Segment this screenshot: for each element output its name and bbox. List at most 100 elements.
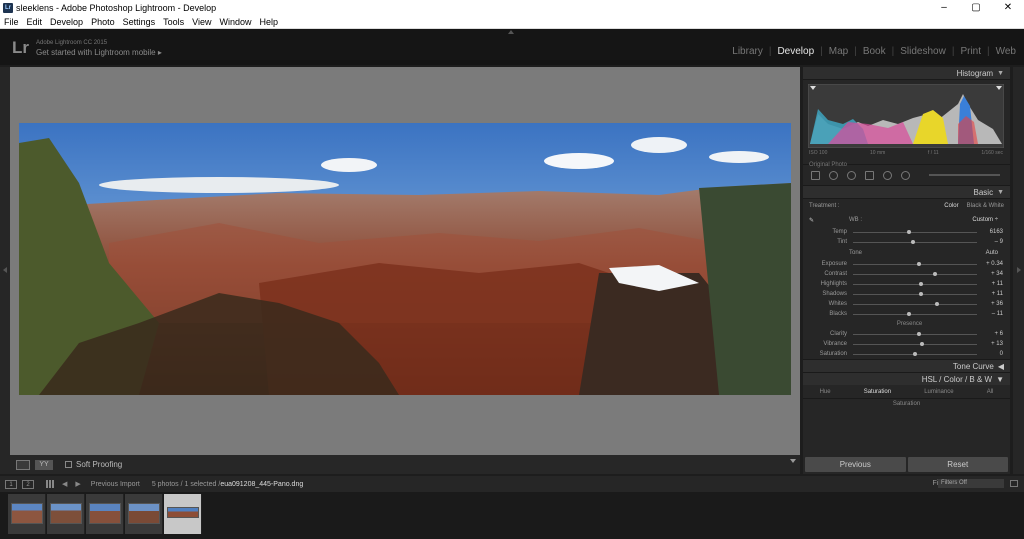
slider-thumb[interactable] bbox=[913, 351, 917, 356]
tool-slider[interactable] bbox=[929, 174, 1000, 176]
slider-thumb[interactable] bbox=[920, 341, 925, 346]
slider-track[interactable] bbox=[853, 229, 977, 234]
slider-value[interactable]: + 11 bbox=[977, 291, 1003, 297]
loupe-view-button[interactable] bbox=[16, 459, 30, 470]
slider-track[interactable] bbox=[853, 281, 977, 286]
menu-view[interactable]: View bbox=[192, 17, 211, 27]
primary-window-button[interactable]: 1 bbox=[5, 479, 17, 489]
reset-button[interactable]: Reset bbox=[907, 457, 1008, 472]
eyedropper-icon[interactable]: ✎ bbox=[809, 217, 819, 224]
filter-select[interactable]: Filters Off bbox=[938, 479, 1004, 488]
source-label[interactable]: Previous Import bbox=[91, 481, 140, 488]
slider-value[interactable]: – 11 bbox=[977, 311, 1003, 317]
toolbar-options-dropdown-icon[interactable] bbox=[790, 459, 796, 463]
slider-value[interactable]: + 13 bbox=[977, 341, 1003, 347]
image-canvas[interactable] bbox=[10, 67, 800, 455]
wb-select[interactable]: Custom ÷ bbox=[972, 217, 998, 223]
menu-tools[interactable]: Tools bbox=[163, 17, 184, 27]
slider-thumb[interactable] bbox=[932, 271, 937, 276]
module-print[interactable]: Print bbox=[960, 46, 981, 57]
hsl-header[interactable]: HSL / Color / B & W ▼ bbox=[803, 372, 1010, 385]
module-book[interactable]: Book bbox=[863, 46, 886, 57]
slider-thumb[interactable] bbox=[910, 239, 915, 244]
module-slideshow[interactable]: Slideshow bbox=[900, 46, 946, 57]
filter-lock-icon[interactable] bbox=[1010, 480, 1018, 487]
slider-value[interactable]: + 34 bbox=[977, 271, 1003, 277]
menu-develop[interactable]: Develop bbox=[50, 17, 83, 27]
adjustment-brush-icon[interactable] bbox=[901, 170, 910, 180]
top-panel-toggle-icon[interactable] bbox=[508, 30, 514, 34]
slider-track[interactable] bbox=[853, 341, 977, 346]
before-after-button[interactable]: YY bbox=[35, 459, 53, 470]
treatment-color[interactable]: Color bbox=[944, 203, 958, 209]
panorama-photo[interactable] bbox=[19, 123, 791, 395]
slider-track[interactable] bbox=[853, 331, 977, 336]
filmstrip-thumb[interactable] bbox=[47, 494, 85, 534]
filmstrip-thumb[interactable] bbox=[8, 494, 46, 534]
slider-value[interactable]: – 9 bbox=[977, 239, 1003, 245]
slider-track[interactable] bbox=[853, 261, 977, 266]
histogram[interactable]: ISO 100 10 mm f / 11 1/160 sec Original … bbox=[803, 80, 1010, 168]
slider-thumb[interactable] bbox=[916, 261, 921, 266]
selected-filename[interactable]: eua091208_445-Pano.dng bbox=[220, 481, 303, 488]
graduated-filter-icon[interactable] bbox=[865, 170, 874, 180]
tone-auto-button[interactable]: Auto bbox=[986, 250, 998, 256]
slider-value[interactable]: + 6 bbox=[977, 331, 1003, 337]
menu-help[interactable]: Help bbox=[260, 17, 279, 27]
slider-value[interactable]: + 0.34 bbox=[977, 261, 1003, 267]
back-arrow-icon[interactable]: ◀ bbox=[62, 480, 67, 488]
maximize-button[interactable]: ▢ bbox=[960, 0, 992, 15]
secondary-window-button[interactable]: 2 bbox=[22, 479, 34, 489]
filmstrip-thumb[interactable] bbox=[125, 494, 163, 534]
module-web[interactable]: Web bbox=[996, 46, 1016, 57]
menu-file[interactable]: File bbox=[4, 17, 19, 27]
radial-filter-icon[interactable] bbox=[883, 170, 892, 180]
slider-thumb[interactable] bbox=[935, 301, 940, 306]
slider-value[interactable]: 0 bbox=[977, 351, 1003, 357]
slider-thumb[interactable] bbox=[916, 331, 921, 336]
slider-track[interactable] bbox=[853, 271, 977, 276]
tab-luminance[interactable]: Luminance bbox=[924, 389, 953, 395]
forward-arrow-icon[interactable]: ▶ bbox=[75, 480, 80, 488]
tab-saturation[interactable]: Saturation bbox=[864, 389, 891, 395]
minimize-button[interactable]: – bbox=[928, 0, 960, 15]
menu-window[interactable]: Window bbox=[220, 17, 252, 27]
slider-track[interactable] bbox=[853, 301, 977, 306]
slider-value[interactable]: + 36 bbox=[977, 301, 1003, 307]
slider-value[interactable]: 6163 bbox=[977, 229, 1003, 235]
module-map[interactable]: Map bbox=[829, 46, 848, 57]
right-scrollbar[interactable] bbox=[1013, 67, 1024, 474]
red-eye-icon[interactable] bbox=[847, 170, 856, 180]
menu-photo[interactable]: Photo bbox=[91, 17, 115, 27]
module-develop[interactable]: Develop bbox=[777, 46, 814, 57]
tab-hue[interactable]: Hue bbox=[820, 389, 831, 395]
slider-track[interactable] bbox=[853, 291, 977, 296]
menu-edit[interactable]: Edit bbox=[27, 17, 43, 27]
filmstrip-thumb-selected[interactable] bbox=[164, 494, 202, 534]
tone-curve-header[interactable]: Tone Curve ◀ bbox=[803, 359, 1010, 372]
filmstrip-thumb[interactable] bbox=[86, 494, 124, 534]
slider-track[interactable] bbox=[853, 351, 977, 356]
soft-proofing-checkbox[interactable] bbox=[65, 461, 72, 468]
slider-value[interactable]: + 11 bbox=[977, 281, 1003, 287]
basic-header[interactable]: Basic ▼ bbox=[803, 186, 1010, 199]
left-panel-toggle[interactable] bbox=[0, 67, 10, 474]
previous-button[interactable]: Previous bbox=[805, 457, 906, 472]
module-library[interactable]: Library bbox=[732, 46, 763, 57]
spot-removal-icon[interactable] bbox=[829, 170, 838, 180]
grid-view-icon[interactable] bbox=[46, 480, 54, 488]
crop-tool-icon[interactable] bbox=[811, 170, 820, 180]
slider-thumb[interactable] bbox=[919, 281, 924, 286]
tab-all[interactable]: All bbox=[987, 389, 994, 395]
slider-track[interactable] bbox=[853, 239, 977, 244]
treatment-bw[interactable]: Black & White bbox=[967, 203, 1004, 209]
slider-row-blacks: Blacks – 11 bbox=[809, 309, 1010, 319]
slider-thumb[interactable] bbox=[919, 291, 924, 296]
close-button[interactable]: ✕ bbox=[992, 0, 1024, 15]
slider-thumb[interactable] bbox=[906, 311, 911, 316]
mobile-link[interactable]: Get started with Lightroom mobile ▸ bbox=[36, 48, 162, 57]
menu-settings[interactable]: Settings bbox=[123, 17, 156, 27]
slider-track[interactable] bbox=[853, 311, 977, 316]
histogram-header[interactable]: Histogram ▼ bbox=[803, 67, 1010, 80]
slider-thumb[interactable] bbox=[906, 229, 911, 234]
